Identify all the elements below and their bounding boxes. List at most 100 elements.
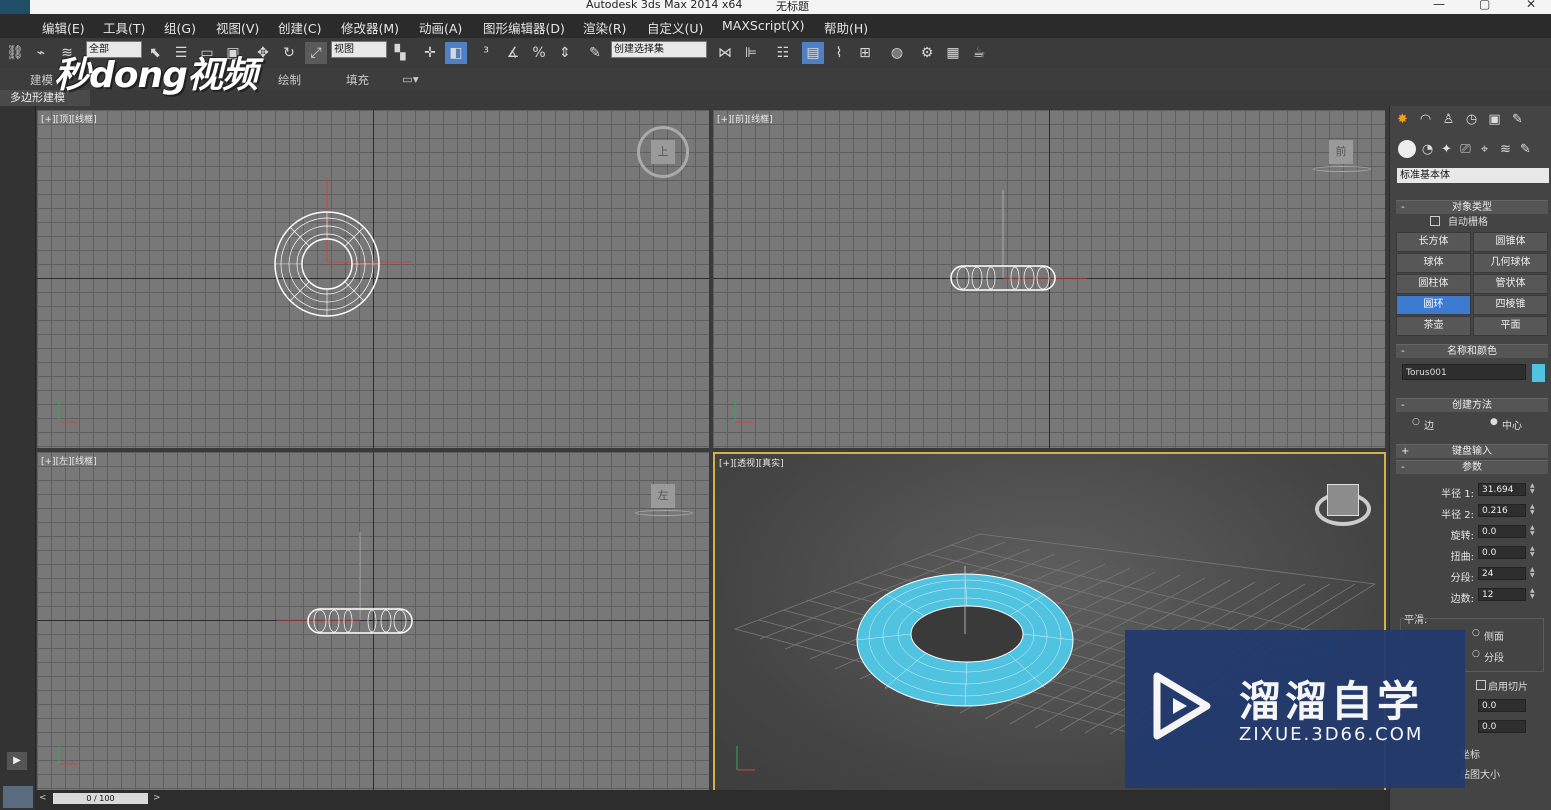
cylinder-button[interactable]: 圆柱体 (1396, 274, 1471, 294)
segments-field[interactable]: 24 (1478, 567, 1526, 580)
display-tab-icon[interactable]: ▣ (1485, 110, 1504, 129)
angle-snap-icon[interactable]: ∡ (502, 42, 524, 64)
viewcube[interactable]: 左 (651, 484, 675, 508)
ribbon-tab-freeform[interactable]: 绘制 (278, 72, 301, 88)
hierarchy-tab-icon[interactable]: ♙ (1439, 110, 1458, 129)
pivot-center-icon[interactable]: ▚ (389, 42, 411, 64)
object-name-field[interactable]: Torus001 (1402, 364, 1526, 380)
close-icon[interactable]: ✕ (1526, 0, 1536, 11)
align-icon[interactable]: ⊫ (740, 42, 762, 64)
menu-graph-editors[interactable]: 图形编辑器(D) (483, 18, 565, 37)
menu-view[interactable]: 视图(V) (216, 18, 259, 37)
viewcube[interactable]: 前 (1329, 140, 1353, 164)
rotation-field[interactable]: 0.0 (1478, 525, 1526, 538)
time-slider[interactable]: 0 / 100 (53, 793, 148, 804)
box-button[interactable]: 长方体 (1396, 232, 1471, 252)
viewport-left[interactable]: [+][左][线框] 左 (37, 452, 709, 790)
percent-snap-icon[interactable]: % (528, 42, 550, 64)
shapes-icon[interactable]: ◔ (1418, 140, 1437, 159)
pyramid-button[interactable]: 四棱锥 (1473, 295, 1548, 315)
rollout-object-type[interactable]: - 对象类型 (1396, 200, 1548, 214)
select-manipulate-icon[interactable]: ✛ (419, 42, 441, 64)
rollout-parameters[interactable]: - 参数 (1396, 460, 1548, 474)
radio-segment-icon[interactable]: ○ (1472, 649, 1480, 659)
systems-icon[interactable]: ✎ (1516, 140, 1535, 159)
spinner-icon[interactable]: ▲ ▼ (1530, 567, 1536, 579)
spinner-icon[interactable]: ▲ ▼ (1530, 525, 1536, 537)
slice-to-field[interactable]: 0.0 (1478, 720, 1526, 733)
twist-field[interactable]: 0.0 (1478, 546, 1526, 559)
rotate-icon[interactable]: ↻ (278, 42, 300, 64)
viewport-top[interactable]: [+][顶][线框] 上 (37, 110, 709, 448)
timeline-prev-icon[interactable]: < (39, 793, 47, 803)
radio-center-icon[interactable]: ● (1490, 417, 1498, 427)
helpers-icon[interactable]: ⌖ (1475, 140, 1494, 159)
maximize-icon[interactable]: ▢ (1479, 0, 1490, 11)
radio-sides-icon[interactable]: ○ (1472, 628, 1480, 638)
link-icon[interactable]: ⛓ (4, 42, 26, 64)
cameras-icon[interactable]: ⎚ (1456, 140, 1475, 159)
material-editor-icon[interactable]: ◍ (886, 42, 908, 64)
motion-tab-icon[interactable]: ◷ (1462, 110, 1481, 129)
radius2-field[interactable]: 0.216 (1478, 504, 1526, 517)
rollout-name-color[interactable]: - 名称和颜色 (1396, 344, 1548, 358)
tube-button[interactable]: 管状体 (1473, 274, 1548, 294)
timeline-next-icon[interactable]: > (153, 793, 161, 803)
plane-button[interactable]: 平面 (1473, 316, 1548, 336)
layer-manager-icon[interactable]: ☷ (772, 42, 794, 64)
play-icon[interactable]: ▶ (7, 752, 27, 770)
minimize-icon[interactable]: — (1433, 0, 1445, 11)
torus-button[interactable]: 圆环 (1396, 295, 1471, 315)
teapot-button[interactable]: 茶壶 (1396, 316, 1471, 336)
menu-modifiers[interactable]: 修改器(M) (341, 18, 399, 37)
category-dropdown[interactable]: 标准基本体 (1397, 168, 1549, 183)
utilities-tab-icon[interactable]: ✎ (1508, 110, 1527, 129)
spinner-icon[interactable]: ▲ ▼ (1530, 546, 1536, 558)
edit-named-sel-icon[interactable]: ✎ (584, 42, 606, 64)
snaps-toggle-icon[interactable]: ³ (475, 42, 497, 64)
autogrid-checkbox[interactable] (1430, 216, 1440, 226)
menu-help[interactable]: 帮助(H) (824, 18, 868, 37)
sides-field[interactable]: 12 (1478, 588, 1526, 601)
viewport-layout-icon[interactable] (3, 786, 33, 808)
slice-from-field[interactable]: 0.0 (1478, 699, 1526, 712)
color-swatch[interactable] (1532, 364, 1545, 382)
ribbon-tab-modeling[interactable]: 建模 (30, 72, 53, 88)
mirror-icon[interactable]: ⋈ (714, 42, 736, 64)
named-selection-dropdown[interactable]: 创建选择集 (611, 41, 707, 58)
menu-group[interactable]: 组(G) (164, 18, 196, 37)
spinner-icon[interactable]: ▲ ▼ (1530, 504, 1536, 516)
sphere-button[interactable]: 球体 (1396, 253, 1471, 273)
keyboard-shortcut-icon[interactable]: ◧ (445, 42, 467, 64)
menu-maxscript[interactable]: MAXScript(X) (722, 18, 804, 33)
menu-create[interactable]: 创建(C) (278, 18, 321, 37)
spinner-icon[interactable]: ▲ ▼ (1530, 483, 1536, 495)
ref-coord-dropdown[interactable]: 视图 (331, 41, 387, 58)
schematic-view-icon[interactable]: ⊞ (854, 42, 876, 64)
create-tab-icon[interactable]: ✸ (1393, 110, 1412, 129)
viewcube[interactable] (1327, 484, 1359, 516)
viewcube[interactable]: 上 (651, 140, 675, 164)
menu-tools[interactable]: 工具(T) (103, 18, 145, 37)
menu-edit[interactable]: 编辑(E) (42, 18, 85, 37)
spacewarps-icon[interactable]: ≋ (1496, 140, 1515, 159)
radius1-field[interactable]: 31.694 (1478, 483, 1526, 496)
rendered-frame-icon[interactable]: ▦ (942, 42, 964, 64)
ribbon-options-icon[interactable]: ▭▾ (402, 72, 419, 86)
lights-icon[interactable]: ✦ (1437, 140, 1456, 159)
viewcube-ring[interactable] (1313, 166, 1371, 172)
menu-rendering[interactable]: 渲染(R) (583, 18, 626, 37)
viewcube-ring[interactable] (635, 510, 693, 516)
ribbon-toggle-icon[interactable]: ▤ (802, 42, 824, 64)
menu-animation[interactable]: 动画(A) (419, 18, 462, 37)
curve-editor-icon[interactable]: ⌇ (828, 42, 850, 64)
cone-button[interactable]: 圆锥体 (1473, 232, 1548, 252)
geosphere-button[interactable]: 几何球体 (1473, 253, 1548, 273)
slice-checkbox[interactable] (1476, 680, 1486, 690)
render-production-icon[interactable]: ☕ (968, 42, 990, 64)
spinner-icon[interactable]: ▲ ▼ (1530, 588, 1536, 600)
render-setup-icon[interactable]: ⚙ (916, 42, 938, 64)
scale-icon[interactable]: ⤢ (305, 42, 327, 64)
ribbon-tab-populate[interactable]: 填充 (346, 72, 369, 88)
viewport-front[interactable]: [+][前][线框] 前 (713, 110, 1385, 448)
